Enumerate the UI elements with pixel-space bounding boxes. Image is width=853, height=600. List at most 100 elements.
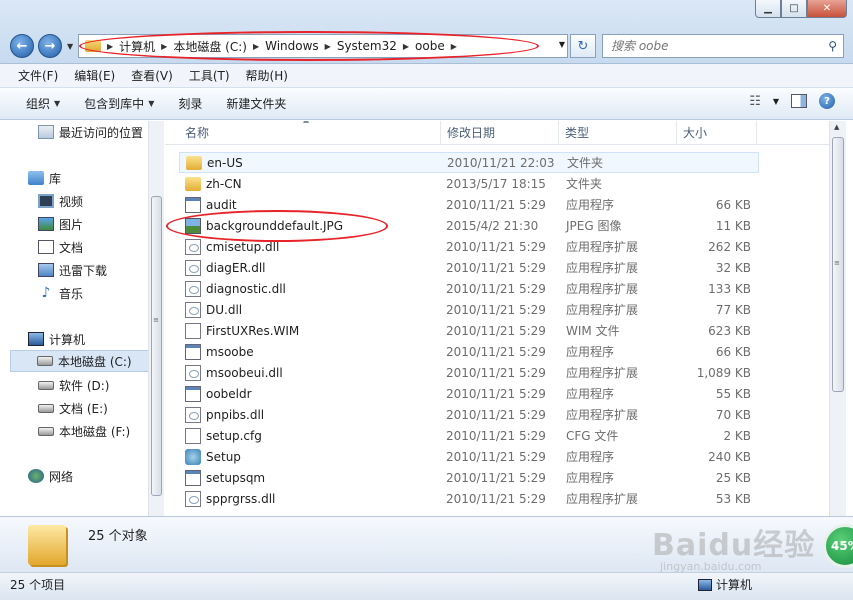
status-location-label: 计算机 (716, 578, 753, 592)
nav-item-drive-e[interactable]: 文档 (E:) (38, 397, 108, 419)
file-date: 2010/11/21 22:03 (447, 155, 555, 170)
file-row-msoobe[interactable]: msoobe 2010/11/21 5:29 应用程序 66 KB (179, 341, 759, 362)
burn-button[interactable]: 刻录 (170, 95, 210, 112)
file-size: 11 KB (715, 218, 751, 233)
nav-item-drive-d[interactable]: 软件 (D:) (38, 374, 109, 396)
nav-item-xunlei[interactable]: 迅雷下载 (38, 259, 107, 281)
nav-item-network[interactable]: 网络 (28, 465, 73, 487)
nav-scrollbar[interactable]: ≡ (148, 121, 164, 516)
chevron-right-icon[interactable]: ▶ (323, 42, 333, 51)
menu-tools[interactable]: 工具(T) (181, 67, 238, 84)
nav-item-documents[interactable]: 文档 (38, 236, 83, 258)
recent-pages-dropdown-icon[interactable]: ▼ (67, 42, 73, 51)
nav-item-recent[interactable]: 最近访问的位置 (38, 121, 143, 143)
scroll-up-icon[interactable]: ▲ (834, 123, 839, 131)
include-in-library-button[interactable]: 包含到库中 ▼ (76, 95, 162, 112)
file-type: 应用程序 (566, 345, 615, 359)
file-size: 623 KB (708, 323, 751, 338)
nav-item-pictures[interactable]: 图片 (38, 213, 83, 235)
chevron-right-icon[interactable]: ▶ (105, 42, 115, 51)
preview-pane-icon[interactable] (791, 94, 807, 108)
library-icon (28, 171, 44, 185)
file-row-setupsqm[interactable]: setupsqm 2010/11/21 5:29 应用程序 25 KB (179, 467, 759, 488)
chevron-right-icon[interactable]: ▶ (401, 42, 411, 51)
file-row-diagnostic[interactable]: diagnostic.dll 2010/11/21 5:29 应用程序扩展 13… (179, 278, 759, 299)
file-list-scrollbar[interactable]: ▲ ≡ (829, 121, 846, 516)
close-button[interactable]: ✕ (807, 0, 847, 18)
menu-edit[interactable]: 编辑(E) (66, 67, 123, 84)
network-icon (28, 469, 44, 483)
nav-item-drive-c[interactable]: 本地磁盘 (C:) (10, 350, 150, 372)
chevron-right-icon[interactable]: ▶ (449, 42, 459, 51)
file-size: 53 KB (715, 491, 751, 506)
file-row-diager[interactable]: diagER.dll 2010/11/21 5:29 应用程序扩展 32 KB (179, 257, 759, 278)
file-row-pnpibs[interactable]: pnpibs.dll 2010/11/21 5:29 应用程序扩展 70 KB (179, 404, 759, 425)
view-options-icon[interactable]: ☷ (749, 94, 761, 109)
file-size: 262 KB (708, 239, 751, 254)
organize-label: 组织 (26, 97, 51, 111)
chevron-right-icon[interactable]: ▶ (159, 42, 169, 51)
file-date: 2013/5/17 18:15 (446, 176, 546, 191)
file-size: 2 KB (723, 428, 751, 443)
address-history-dropdown-icon[interactable]: ▼ (559, 40, 565, 49)
chevron-down-icon[interactable]: ▼ (773, 97, 779, 106)
new-folder-button[interactable]: 新建文件夹 (218, 95, 294, 112)
file-icon (185, 427, 201, 444)
dll-icon (185, 301, 201, 318)
file-row-firstuxres[interactable]: FirstUXRes.WIM 2010/11/21 5:29 WIM 文件 62… (179, 320, 759, 341)
menu-file[interactable]: 文件(F) (10, 67, 66, 84)
nav-item-music[interactable]: ♪ 音乐 (38, 282, 83, 304)
file-date: 2010/11/21 5:29 (446, 323, 546, 338)
grip-icon: ≡ (834, 259, 840, 267)
breadcrumb-windows[interactable]: Windows (261, 39, 323, 53)
file-row-setup[interactable]: Setup 2010/11/21 5:29 应用程序 240 KB (179, 446, 759, 467)
maximize-button[interactable]: □ (781, 0, 807, 18)
search-icon[interactable]: ⚲ (828, 39, 837, 53)
file-date: 2010/11/21 5:29 (446, 407, 546, 422)
setup-icon (185, 448, 201, 465)
file-row-spprgrss[interactable]: spprgrss.dll 2010/11/21 5:29 应用程序扩展 53 K… (179, 488, 759, 509)
breadcrumb-drive-c[interactable]: 本地磁盘 (C:) (169, 38, 251, 55)
column-size[interactable]: 大小 (677, 121, 757, 145)
minimize-button[interactable]: ▁ (755, 0, 781, 18)
chevron-right-icon[interactable]: ▶ (251, 42, 261, 51)
breadcrumb-computer[interactable]: 计算机 (115, 38, 159, 55)
forward-button[interactable]: → (38, 34, 62, 58)
file-size: 66 KB (715, 197, 751, 212)
nav-item-drive-f[interactable]: 本地磁盘 (F:) (38, 420, 130, 442)
file-type: 应用程序扩展 (566, 282, 639, 296)
file-date: 2010/11/21 5:29 (446, 449, 546, 464)
search-box[interactable]: ⚲ (602, 34, 844, 58)
file-row-backgrounddefault[interactable]: backgrounddefault.JPG 2015/4/2 21:30 JPE… (179, 215, 759, 236)
column-name[interactable]: 名称 (179, 121, 441, 145)
file-type: 应用程序扩展 (566, 261, 639, 275)
back-button[interactable]: ← (10, 34, 34, 58)
file-row-oobeldr[interactable]: oobeldr 2010/11/21 5:29 应用程序 55 KB (179, 383, 759, 404)
windows-drive-icon (37, 356, 53, 366)
file-row-setup-cfg[interactable]: setup.cfg 2010/11/21 5:29 CFG 文件 2 KB (179, 425, 759, 446)
nav-item-libraries[interactable]: 库 (28, 167, 61, 189)
menu-help[interactable]: 帮助(H) (238, 67, 296, 84)
breadcrumb-system32[interactable]: System32 (333, 39, 401, 53)
file-row-msoobeui[interactable]: msoobeui.dll 2010/11/21 5:29 应用程序扩展 1,08… (179, 362, 759, 383)
file-row-cmisetup[interactable]: cmisetup.dll 2010/11/21 5:29 应用程序扩展 262 … (179, 236, 759, 257)
file-row-audit[interactable]: audit 2010/11/21 5:29 应用程序 66 KB (179, 194, 759, 215)
address-bar[interactable]: ▶ 计算机 ▶ 本地磁盘 (C:) ▶ Windows ▶ System32 ▶… (78, 34, 568, 58)
column-type[interactable]: 类型 (559, 121, 677, 145)
column-date[interactable]: 修改日期 (441, 121, 559, 145)
menu-view[interactable]: 查看(V) (123, 67, 181, 84)
file-row-en-us[interactable]: en-US 2010/11/21 22:03 文件夹 (179, 152, 759, 173)
help-icon[interactable]: ? (819, 93, 835, 109)
nav-item-videos[interactable]: 视频 (38, 190, 83, 212)
chevron-down-icon: ▼ (148, 99, 155, 108)
organize-button[interactable]: 组织 ▼ (18, 95, 68, 112)
nav-scrollbar-thumb[interactable] (151, 196, 162, 496)
drive-icon (38, 380, 54, 390)
dll-icon (185, 259, 201, 276)
nav-item-computer[interactable]: 计算机 (28, 328, 85, 350)
file-row-du[interactable]: DU.dll 2010/11/21 5:29 应用程序扩展 77 KB (179, 299, 759, 320)
search-input[interactable] (611, 39, 811, 53)
refresh-button[interactable]: ↻ (570, 34, 596, 58)
breadcrumb-oobe[interactable]: oobe (411, 39, 449, 53)
file-row-zh-cn[interactable]: zh-CN 2013/5/17 18:15 文件夹 (179, 173, 759, 194)
